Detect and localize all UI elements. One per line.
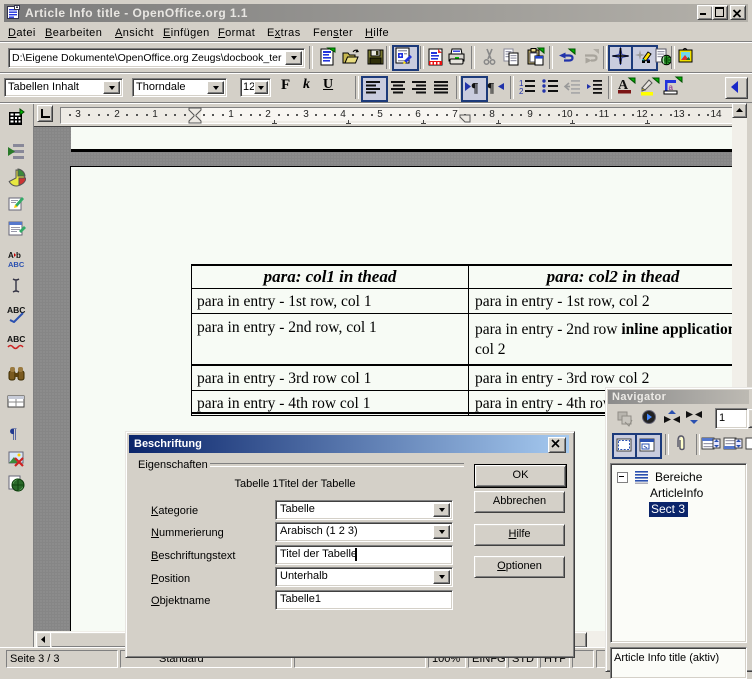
svg-text:ABC: ABC	[7, 334, 25, 344]
svg-text:b: b	[16, 251, 21, 260]
svg-text:ABC: ABC	[8, 260, 25, 269]
svg-text:A: A	[8, 251, 14, 260]
svg-text:2: 2	[519, 87, 524, 96]
svg-text:¶: ¶	[10, 426, 17, 442]
svg-text:¶: ¶	[471, 81, 479, 96]
svg-text:¶: ¶	[487, 81, 495, 96]
